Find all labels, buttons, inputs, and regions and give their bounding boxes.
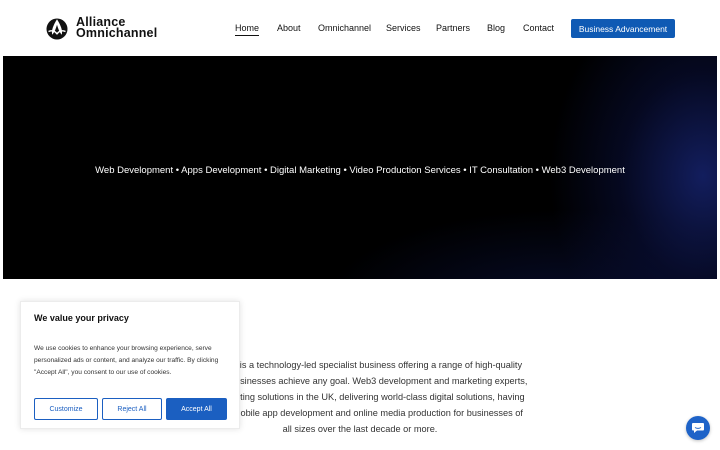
nav-item-about[interactable]: About	[277, 23, 301, 34]
business-advancement-button[interactable]: Business Advancement	[571, 19, 675, 38]
brand-name: Alliance Omnichannel	[76, 16, 158, 40]
nav-item-home[interactable]: Home	[235, 23, 260, 36]
hero-banner: Web Development • Apps Development • Dig…	[3, 56, 717, 279]
nav-item-omnichannel[interactable]: Omnichannel	[318, 23, 371, 34]
cookie-consent-banner: We value your privacy We use cookies to …	[20, 301, 240, 429]
hero-tagline: Web Development • Apps Development • Dig…	[95, 165, 625, 176]
brand-name-line2: Omnichannel	[76, 26, 158, 40]
alliance-logo-icon	[46, 18, 68, 40]
site-header: Alliance Omnichannel Home About Omnichan…	[0, 0, 720, 56]
nav-item-contact[interactable]: Contact	[523, 23, 554, 34]
chat-bubble-icon	[692, 423, 704, 433]
reject-all-button[interactable]: Reject All	[102, 398, 162, 420]
brand-logo[interactable]: Alliance Omnichannel	[45, 16, 157, 40]
nav-item-services[interactable]: Services	[386, 23, 421, 34]
nav-item-partners[interactable]: Partners	[436, 23, 470, 34]
cookie-banner-title: We value your privacy	[34, 313, 129, 323]
accept-all-button[interactable]: Accept All	[166, 398, 227, 420]
cookie-banner-text: We use cookies to enhance your browsing …	[34, 345, 219, 376]
customize-button[interactable]: Customize	[34, 398, 98, 420]
chat-widget-button[interactable]	[686, 416, 710, 440]
nav-item-blog[interactable]: Blog	[487, 23, 505, 34]
cookie-banner-actions: Customize Reject All Accept All	[34, 398, 227, 420]
